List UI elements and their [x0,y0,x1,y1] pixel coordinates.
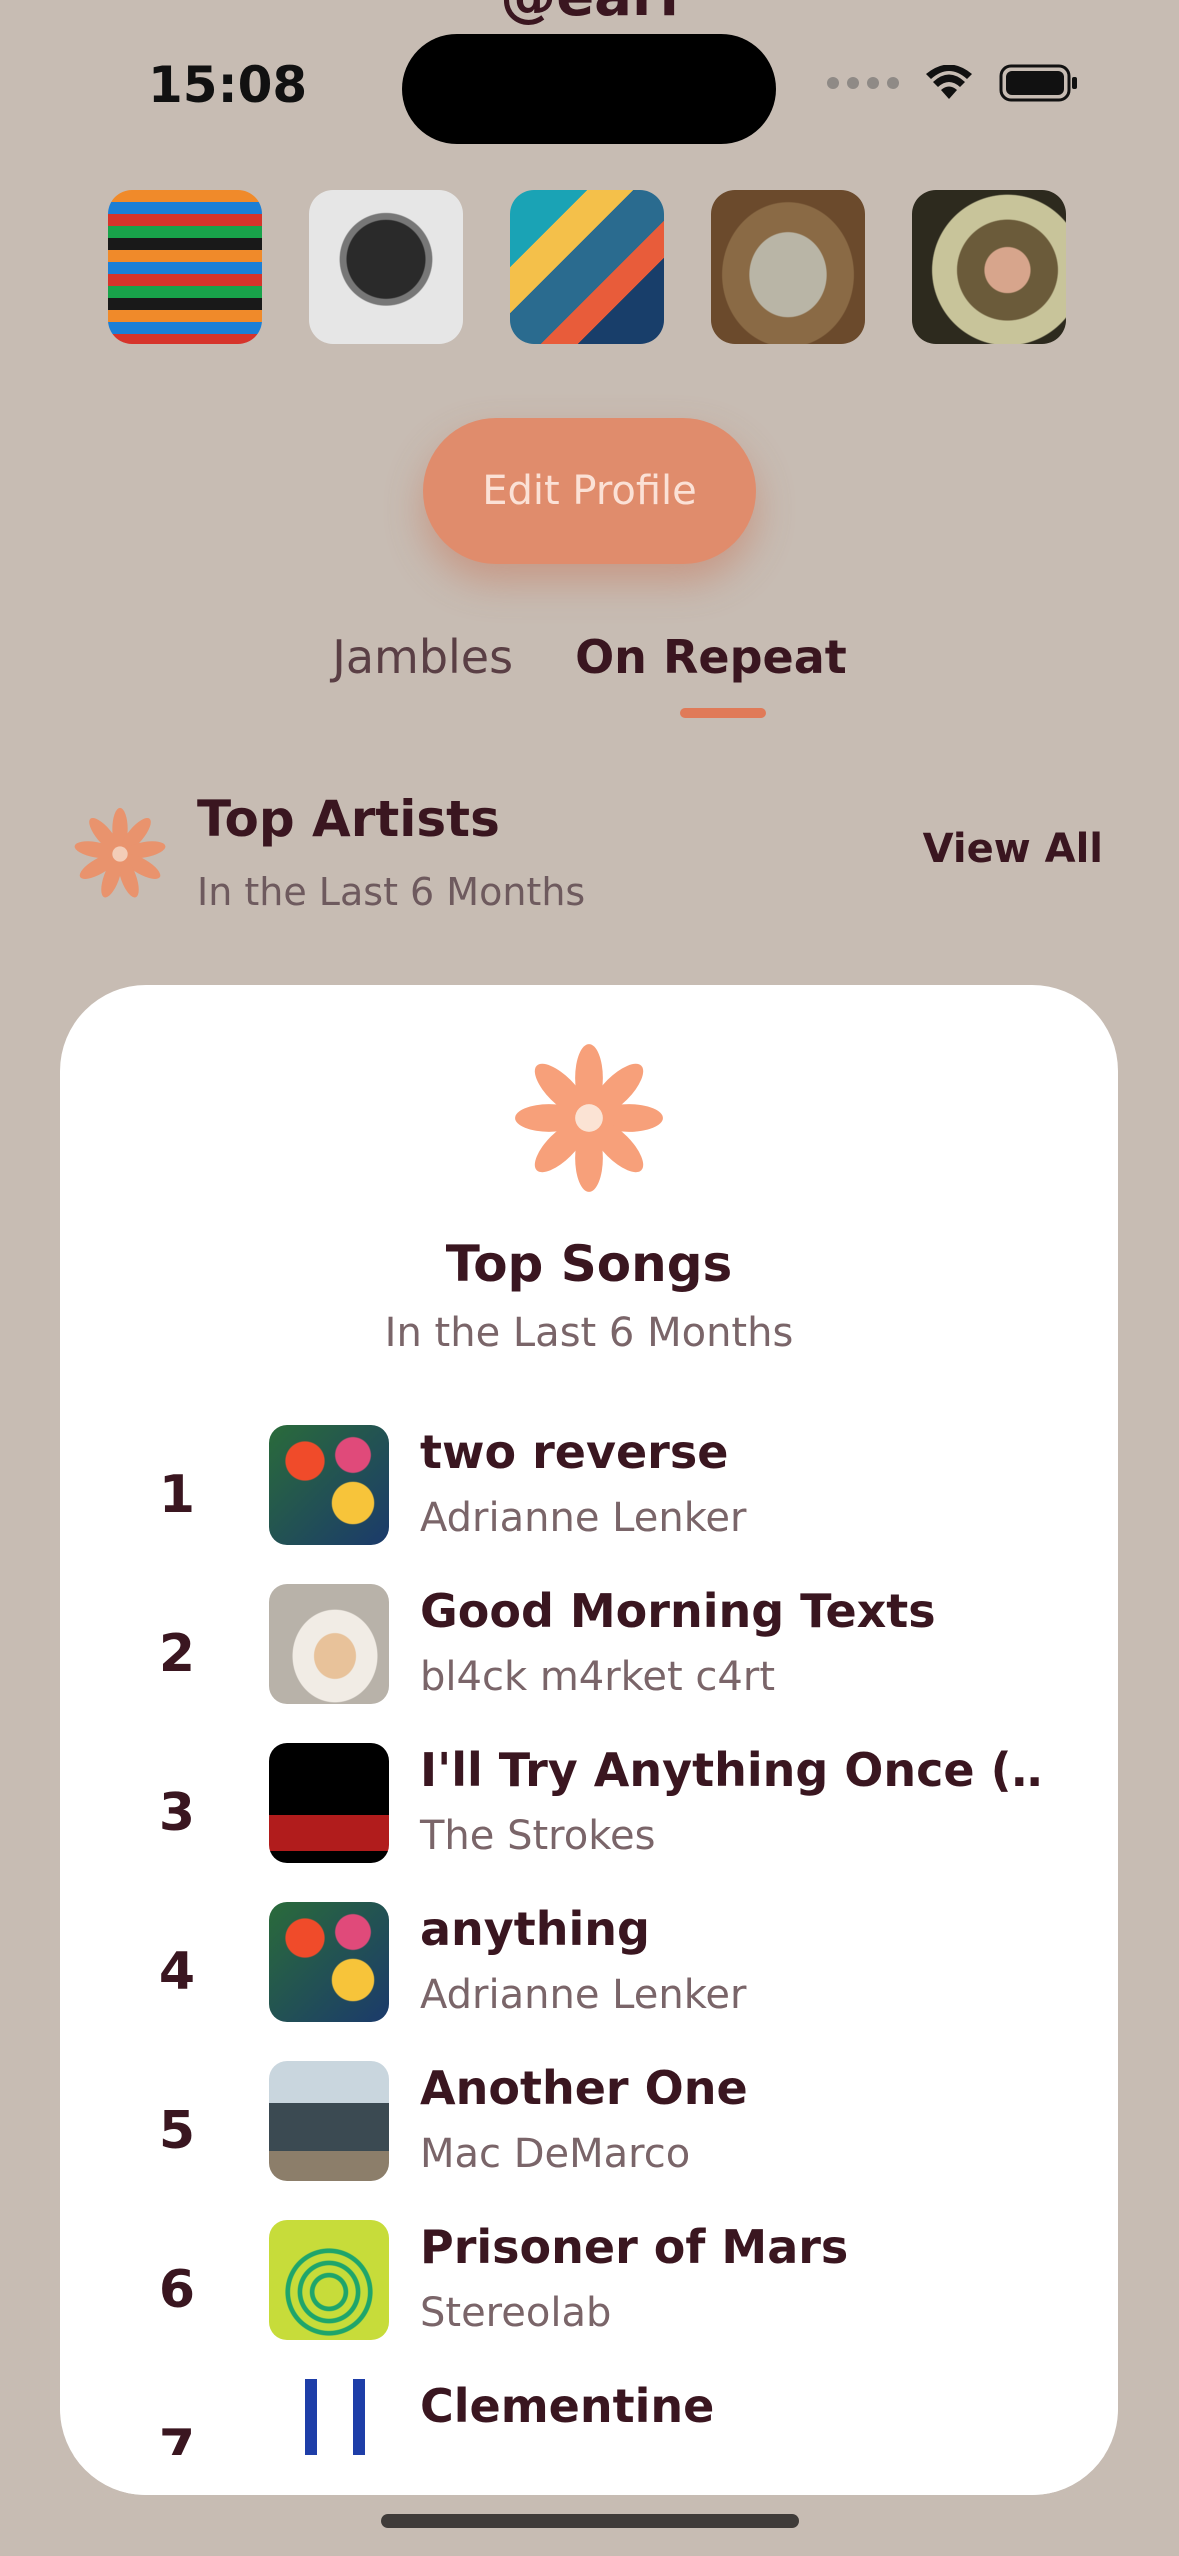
profile-screen: @earl 15:08 Edit Profile Jambles On Repe… [0,0,1179,2556]
tab-on-repeat[interactable]: On Repeat [575,630,847,684]
top-artists-subtitle: In the Last 6 Months [197,870,586,914]
song-artist: Adrianne Lenker [420,1495,747,1541]
song-row[interactable]: 3 I'll Try Anything Once (… The Strokes [60,1743,1118,1902]
song-artwork [269,1743,389,1863]
album-cover-2[interactable] [309,190,463,344]
top-songs-list: 1 two reverse Adrianne Lenker 2 Good Mor… [60,1425,1118,2495]
flower-icon [515,1044,663,1192]
dynamic-island [402,34,776,144]
card-bottom-mask [60,2455,1118,2495]
song-artwork [269,2061,389,2181]
view-all-link[interactable]: View All [923,826,1103,872]
edit-profile-button[interactable]: Edit Profile [423,418,756,564]
profile-tabs: Jambles On Repeat [0,630,1179,684]
top-artists-title: Top Artists [197,790,500,848]
wifi-icon [926,65,972,99]
song-artist: bl4ck m4rket c4rt [420,1654,775,1700]
song-artwork [269,1425,389,1545]
profile-handle: @earl [0,0,1179,29]
status-time: 15:08 [148,56,308,114]
song-row[interactable]: 5 Another One Mac DeMarco [60,2061,1118,2220]
top-songs-title: Top Songs [445,1235,733,1293]
song-title: Prisoner of Mars [420,2220,849,2274]
song-row[interactable]: 2 Good Morning Texts bl4ck m4rket c4rt [60,1584,1118,1743]
favorite-albums-row [108,190,1066,344]
song-title: Clementine [420,2379,715,2433]
status-icons [827,64,1079,102]
song-artist: The Strokes [420,1813,656,1859]
song-title: I'll Try Anything Once (… [420,1743,1040,1797]
song-artist: Stereolab [420,2290,612,2336]
song-row[interactable]: 4 anything Adrianne Lenker [60,1902,1118,2061]
flower-icon [74,807,166,898]
song-title: anything [420,1902,650,1956]
active-tab-indicator [680,708,766,718]
song-rank: 1 [158,1465,196,1525]
song-artist: Adrianne Lenker [420,1972,747,2018]
song-artwork [269,1902,389,2022]
song-rank: 5 [158,2101,196,2161]
album-cover-4[interactable] [711,190,865,344]
top-songs-card: Top Songs In the Last 6 Months 1 two rev… [60,985,1118,2495]
song-rank: 2 [158,1624,196,1684]
album-cover-3[interactable] [510,190,664,344]
song-row[interactable]: 1 two reverse Adrianne Lenker [60,1425,1118,1584]
cellular-signal-icon [827,77,899,89]
song-artwork [269,2220,389,2340]
song-rank: 3 [158,1783,196,1843]
song-title: Good Morning Texts [420,1584,936,1638]
album-cover-1[interactable] [108,190,262,344]
tab-jambles[interactable]: Jambles [332,630,513,684]
home-indicator[interactable] [381,2514,799,2528]
song-artwork [269,1584,389,1704]
song-row[interactable]: 6 Prisoner of Mars Stereolab [60,2220,1118,2379]
album-cover-5[interactable] [912,190,1066,344]
song-rank: 4 [158,1942,196,2002]
song-rank: 6 [158,2260,196,2320]
song-title: two reverse [420,1425,729,1479]
battery-icon [999,64,1077,102]
top-songs-subtitle: In the Last 6 Months [384,1310,794,1356]
song-artist: Mac DeMarco [420,2131,691,2177]
song-title: Another One [420,2061,748,2115]
